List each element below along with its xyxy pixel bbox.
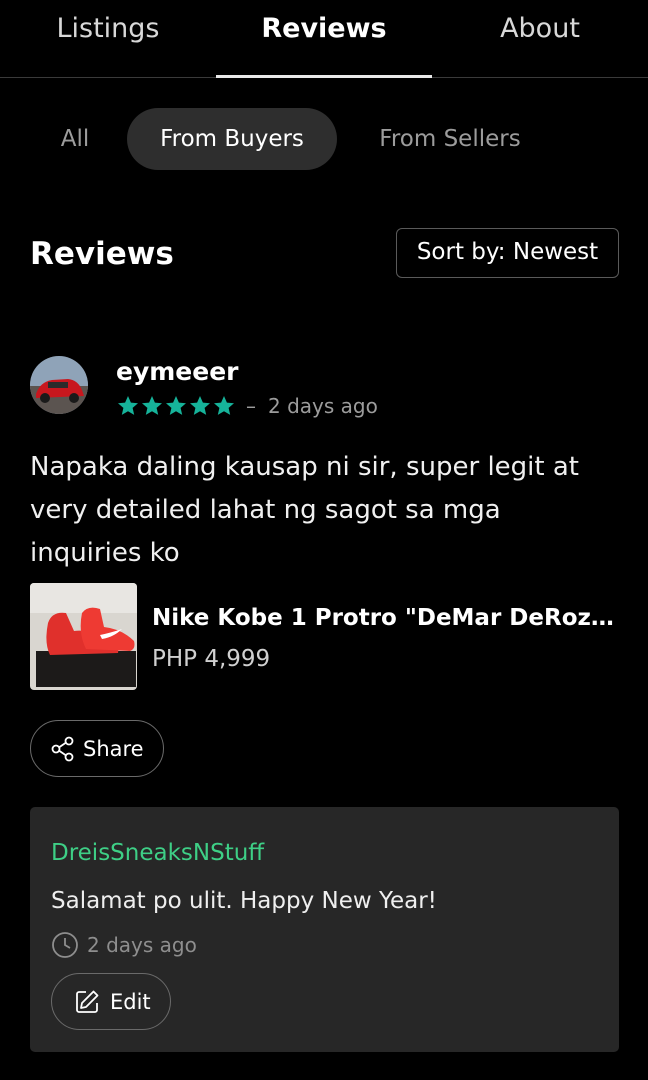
share-icon — [51, 736, 74, 761]
tab-listings[interactable]: Listings — [0, 12, 216, 46]
share-button[interactable]: Share — [30, 720, 164, 777]
edit-reply-button[interactable]: Edit — [51, 973, 171, 1030]
filter-all[interactable]: All — [40, 108, 110, 170]
reviews-heading: Reviews — [30, 236, 174, 272]
reply-timestamp: 2 days ago — [87, 933, 197, 957]
reviewer-username[interactable]: eymeeer — [116, 356, 239, 388]
filter-from-sellers[interactable]: From Sellers — [355, 108, 545, 170]
product-price: PHP 4,999 — [152, 646, 271, 672]
profile-tabs: Listings Reviews About — [0, 0, 648, 78]
seller-reply-card: DreisSneaksNStuff Salamat po ulit. Happy… — [30, 807, 619, 1052]
product-title[interactable]: Nike Kobe 1 Protro "DeMar DeRoza... — [152, 602, 622, 634]
avatar-car-image — [30, 356, 88, 414]
filter-from-buyers[interactable]: From Buyers — [127, 108, 337, 170]
seller-name[interactable]: DreisSneaksNStuff — [51, 837, 264, 869]
review-timestamp: 2 days ago — [268, 394, 378, 418]
sort-dropdown[interactable]: Sort by: Newest — [396, 228, 619, 278]
star-icon — [166, 396, 186, 415]
edit-icon — [76, 990, 99, 1013]
star-icon — [118, 396, 138, 415]
star-icon — [190, 396, 210, 415]
active-tab-indicator — [216, 75, 432, 78]
tab-about[interactable]: About — [432, 12, 648, 46]
meta-separator: – — [246, 394, 256, 418]
clock-icon — [52, 932, 78, 958]
edit-label: Edit — [110, 989, 151, 1014]
sneaker-image — [30, 583, 137, 690]
review-text: Napaka daling kausap ni sir, super legit… — [30, 452, 579, 568]
product-thumbnail[interactable] — [30, 583, 137, 690]
rating-stars — [116, 394, 236, 418]
star-icon — [142, 396, 162, 415]
reply-text: Salamat po ulit. Happy New Year! — [51, 888, 437, 914]
share-label: Share — [83, 736, 144, 761]
tab-reviews[interactable]: Reviews — [216, 12, 432, 46]
star-icon — [214, 396, 234, 415]
avatar[interactable] — [30, 356, 88, 414]
